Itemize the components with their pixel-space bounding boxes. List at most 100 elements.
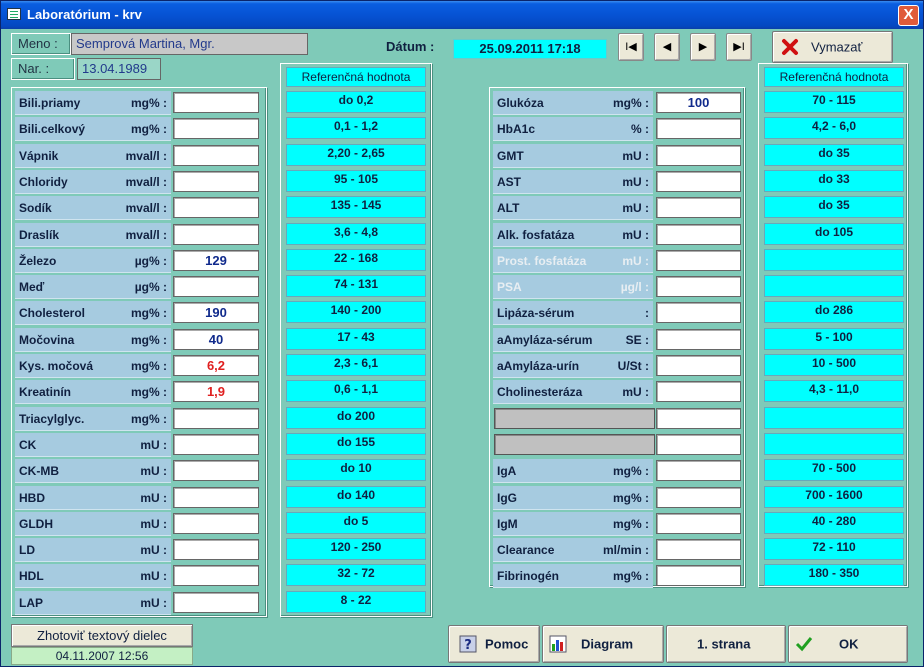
test-value-input[interactable] <box>656 276 741 298</box>
blank-test-name-field[interactable] <box>494 407 655 429</box>
test-value-input[interactable] <box>656 118 741 140</box>
date-field[interactable]: 25.09.2011 17:18 <box>453 39 607 59</box>
nav-prev-button[interactable]: ◀ <box>654 33 680 61</box>
test-value-input[interactable] <box>656 512 741 534</box>
generate-text-button[interactable]: Zhotoviť textový dielec <box>11 624 193 647</box>
blank-test-name-field[interactable] <box>494 433 655 455</box>
test-unit: mU : <box>622 201 649 216</box>
test-value-input[interactable] <box>656 381 741 403</box>
birth-label: Nar. : <box>11 58 75 80</box>
nav-next-button[interactable]: ▶ <box>690 33 716 61</box>
diagram-button[interactable]: Diagram <box>542 625 664 663</box>
test-label-row: AST mU : <box>493 169 653 194</box>
reference-value: 0,1 - 1,2 <box>286 117 426 140</box>
test-value-input[interactable] <box>656 565 741 587</box>
test-name: Bili.priamy <box>19 96 81 110</box>
test-value-input[interactable] <box>173 118 259 140</box>
test-name: aAmyláza-urín <box>497 359 580 373</box>
test-value-input[interactable] <box>656 539 741 561</box>
delete-button[interactable]: Vymazať <box>772 31 893 63</box>
test-name: CK-MB <box>19 464 59 479</box>
form-icon <box>7 8 21 20</box>
test-value-input[interactable] <box>173 276 259 298</box>
right-reference-panel <box>758 63 908 587</box>
test-value-input[interactable] <box>173 197 259 219</box>
test-label-row: Cholesterol mg% : <box>15 301 171 326</box>
reference-value: 140 - 200 <box>286 301 426 324</box>
reference-value: 40 - 280 <box>764 511 904 534</box>
test-label-row: Sodík mval/l : <box>15 196 171 221</box>
test-value-input[interactable] <box>656 170 741 192</box>
help-button[interactable]: ? Pomoc <box>448 625 540 663</box>
test-value-input[interactable] <box>173 170 259 192</box>
svg-text:?: ? <box>464 638 472 653</box>
test-value-input[interactable]: 190 <box>173 302 259 324</box>
test-value-input[interactable] <box>656 407 741 429</box>
test-unit: mg% : <box>131 122 167 137</box>
reference-value: 95 - 105 <box>286 169 426 192</box>
reference-value: 2,3 - 6,1 <box>286 354 426 376</box>
test-value-input[interactable] <box>656 460 741 482</box>
test-value-input[interactable] <box>173 512 259 534</box>
test-value-input[interactable] <box>173 565 259 587</box>
right-reference-header: Referenčná hodnota <box>764 67 904 87</box>
test-name: Draslík <box>19 227 60 242</box>
nav-last-button[interactable]: ▶I <box>726 33 752 61</box>
test-value-input[interactable] <box>656 433 741 455</box>
test-value-input[interactable]: 6,2 <box>173 355 259 376</box>
test-label-row: Prost. fosfatáza mU : <box>493 248 653 273</box>
test-label-row: HBD mU : <box>15 485 171 510</box>
test-value-input[interactable] <box>656 355 741 376</box>
test-value-input[interactable]: 1,9 <box>173 381 259 403</box>
page1-button[interactable]: 1. strana <box>666 625 786 663</box>
test-value-input[interactable] <box>173 92 259 113</box>
test-value-input[interactable]: 40 <box>173 328 259 350</box>
checkmark-icon <box>795 637 813 652</box>
test-value-input[interactable] <box>656 249 741 271</box>
test-value-input[interactable]: 129 <box>173 249 259 271</box>
test-value-input[interactable] <box>173 433 259 455</box>
test-unit: : <box>645 306 649 321</box>
test-value-input[interactable] <box>656 144 741 166</box>
test-value-input[interactable] <box>173 223 259 245</box>
test-unit: mU : <box>140 464 167 479</box>
test-value-input[interactable] <box>173 460 259 482</box>
test-name: Cholinesteráza <box>497 385 583 400</box>
delete-icon <box>782 39 798 55</box>
test-value-input[interactable] <box>173 486 259 508</box>
ok-button[interactable]: OK <box>788 625 908 663</box>
title-bar: Laboratórium - krv X <box>1 1 923 29</box>
birth-date-field[interactable]: 13.04.1989 <box>77 58 161 80</box>
test-value-input[interactable] <box>656 197 741 219</box>
test-unit: µg% : <box>134 253 167 268</box>
test-value-input[interactable] <box>173 591 259 613</box>
test-unit: mg% : <box>131 359 167 373</box>
test-value-input[interactable] <box>656 302 741 324</box>
test-value-input[interactable] <box>173 407 259 429</box>
test-label-row: Bili.priamy mg% : <box>15 91 171 115</box>
reference-value: do 140 <box>286 485 426 508</box>
test-unit: mg% : <box>613 516 649 531</box>
test-label-row: Kys. močová mg% : <box>15 354 171 378</box>
test-name: Kreatinín <box>19 385 72 400</box>
nav-first-button[interactable]: I◀ <box>618 33 644 61</box>
reference-value: do 105 <box>764 222 904 245</box>
reference-value: 4,2 - 6,0 <box>764 117 904 140</box>
close-button[interactable]: X <box>898 5 919 26</box>
test-value-input[interactable] <box>656 486 741 508</box>
test-unit: mU : <box>140 437 167 452</box>
test-value-input[interactable] <box>173 144 259 166</box>
test-unit: mval/l : <box>125 148 167 163</box>
test-unit: mU : <box>140 595 167 610</box>
test-name: Prost. fosfatáza <box>497 253 587 268</box>
test-value-input[interactable] <box>656 328 741 350</box>
test-value-input[interactable] <box>656 223 741 245</box>
patient-name-field[interactable]: Semprová Martina, Mgr. <box>71 33 308 55</box>
test-name: ALT <box>497 201 520 216</box>
test-label-row: Chloridy mval/l : <box>15 169 171 194</box>
test-name: HDL <box>19 569 44 584</box>
test-unit: mU : <box>140 516 167 531</box>
test-name: Chloridy <box>19 174 68 189</box>
test-value-input[interactable] <box>173 539 259 561</box>
test-value-input[interactable]: 100 <box>656 92 741 113</box>
